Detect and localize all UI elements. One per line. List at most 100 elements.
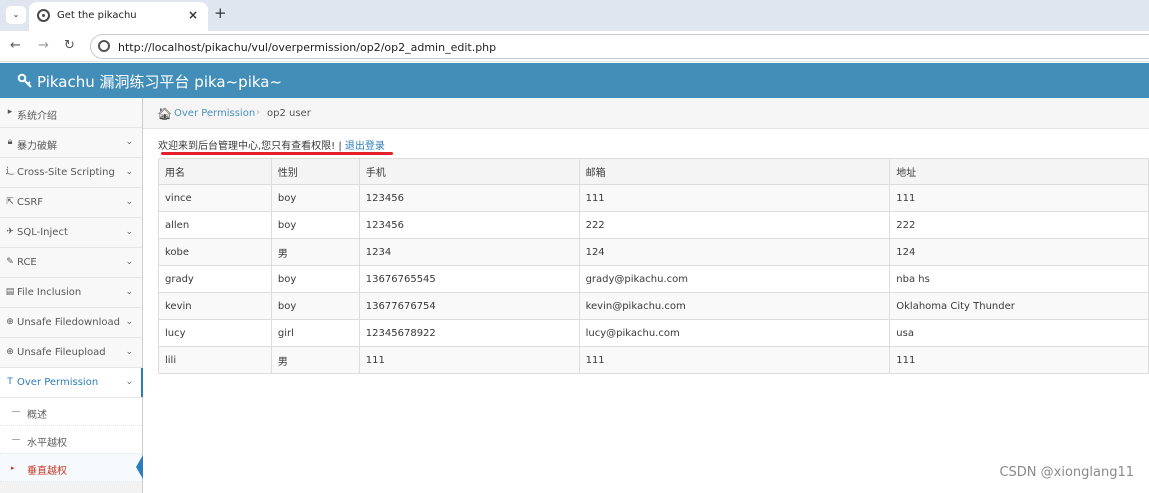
sidebar-item-unsafe-fileupload[interactable]: ⊕ Unsafe Fileupload ⌄ (0, 338, 142, 368)
sidebar-item-unsafe-filedownload[interactable]: ⊕ Unsafe Filedownload ⌄ (0, 308, 142, 338)
xss-icon: ⻌ (5, 167, 15, 177)
url-text[interactable]: http://localhost/pikachu/vul/overpermiss… (118, 41, 496, 54)
sidebar-item-label: SQL-Inject (17, 227, 68, 238)
sidebar-item-csrf[interactable]: ⇱ CSRF ⌄ (0, 188, 142, 218)
column-header: 邮箱 (578, 158, 891, 185)
sidebar-item-label: File Inclusion (17, 287, 82, 298)
chevron-down-icon[interactable]: ⌄ (125, 377, 133, 387)
table-cell: grady@pikachu.com (578, 265, 891, 293)
chevron-down-icon[interactable]: ⌄ (125, 167, 133, 177)
table-cell: lili (158, 346, 272, 374)
chevron-down-icon[interactable]: ⌄ (125, 137, 133, 147)
chevron-down-icon[interactable]: ⌄ (125, 347, 133, 357)
welcome-message: 欢迎来到后台管理中心,您只有查看权限! | 退出登录 (158, 137, 385, 152)
browser-toolbar: ← → ↻ http://localhost/pikachu/vul/overp… (0, 31, 1149, 62)
tab-title: Get the pikachu (57, 10, 137, 21)
sidebar-item-file-inclusion[interactable]: ▤ File Inclusion ⌄ (0, 278, 142, 308)
table-row: lucy girl 12345678922 lucy@pikachu.com usa (158, 319, 1149, 347)
sidebar-item-rce[interactable]: ✎ RCE ⌄ (0, 248, 142, 278)
reload-icon[interactable]: ↻ (64, 38, 75, 53)
key-icon (17, 73, 32, 88)
sidebar-item-over-permission[interactable]: T Over Permission ⌄ (0, 368, 143, 398)
address-bar[interactable]: http://localhost/pikachu/vul/overpermiss… (90, 34, 1149, 59)
table-cell: kobe (158, 238, 272, 266)
table-cell: lucy (158, 319, 272, 347)
chevron-down-icon[interactable]: ⌄ (125, 227, 133, 237)
submenu-item-0[interactable]: 概述 (0, 398, 142, 426)
tree-branch-icon (12, 439, 20, 440)
table-cell: 124 (889, 238, 1149, 266)
breadcrumb-current: op2 user (267, 108, 311, 119)
sidebar: ▸ 系统介绍 🔒︎ 暴力破解 ⌄ ⻌ Cross-Site Scripting ⌄ ⇱ CSRF ⌄… (0, 98, 143, 493)
table-cell: boy (270, 292, 360, 320)
table-cell: allen (158, 211, 272, 239)
submenu-item-1[interactable]: 水平越权 (0, 426, 142, 454)
table-cell: 12345678922 (358, 319, 580, 347)
sidebar-item-label: Unsafe Filedownload (17, 317, 120, 328)
pencil-icon: ✎ (6, 257, 14, 267)
csdn-watermark: CSDN @xionglang11 (999, 465, 1134, 480)
home-icon[interactable]: 🏠︎ (157, 107, 172, 121)
chevron-down-icon[interactable]: ⌄ (125, 317, 133, 327)
table-cell: boy (270, 265, 360, 293)
tab-search-button[interactable]: ⌄ (6, 6, 26, 24)
forward-icon[interactable]: → (38, 38, 49, 53)
table-cell: 124 (578, 238, 891, 266)
table-cell: nba hs (889, 265, 1149, 293)
table-cell: 男 (270, 346, 360, 374)
sidebar-item-cross-site-scripting[interactable]: ⻌ Cross-Site Scripting ⌄ (0, 158, 142, 188)
text-cursor-icon: T (7, 377, 13, 387)
table-cell: usa (889, 319, 1149, 347)
table-cell: 111 (578, 184, 891, 212)
sidebar-item-label: Over Permission (17, 377, 99, 388)
breadcrumb: 🏠︎ Over Permission › op2 user (143, 98, 1149, 129)
back-icon[interactable]: ← (10, 38, 21, 53)
table-cell: 男 (270, 238, 360, 266)
sidebar-item-1[interactable]: 🔒︎ 暴力破解 ⌄ (0, 128, 142, 158)
table-cell: 111 (889, 184, 1149, 212)
sidebar-item-label: 系统介绍 (17, 111, 57, 122)
table-cell: 123456 (358, 184, 580, 212)
table-cell: lucy@pikachu.com (578, 319, 891, 347)
sidebar-item-sql-inject[interactable]: ✈ SQL-Inject ⌄ (0, 218, 142, 248)
table-cell: 13676765545 (358, 265, 580, 293)
table-cell: 111 (578, 346, 891, 374)
browser-tab[interactable]: Get the pikachu × (29, 2, 208, 31)
table-header-row: 用名 性别 手机 邮箱 地址 (158, 158, 1149, 185)
table-body: vince boy 123456 111 111 allen boy 123456 222 222… (158, 184, 1149, 374)
table-cell: vince (158, 184, 272, 212)
active-indicator-icon (136, 455, 143, 479)
new-tab-button[interactable]: + (214, 4, 227, 22)
submenu-item-2[interactable]: ▸ 垂直越权 (0, 454, 143, 482)
column-header: 地址 (889, 158, 1149, 185)
table-cell: 111 (358, 346, 580, 374)
sidebar-item-label: CSRF (17, 197, 44, 208)
table-cell: grady (158, 265, 272, 293)
desktop-icon: ▸ (7, 107, 13, 117)
breadcrumb-separator: › (256, 107, 260, 118)
app-title[interactable]: Pikachu 漏洞练习平台 pika~pika~ (37, 71, 282, 92)
logout-link[interactable]: 退出登录 (345, 141, 385, 152)
chevron-down-icon[interactable]: ⌄ (125, 197, 133, 207)
table-cell: 123456 (358, 211, 580, 239)
download-icon: ⊕ (6, 317, 14, 327)
site-info-icon[interactable] (98, 40, 110, 52)
lock-icon: 🔒︎ (7, 137, 13, 147)
plane-icon: ✈ (6, 227, 14, 237)
chevron-down-icon[interactable]: ⌄ (125, 287, 133, 297)
table-cell: 13677676754 (358, 292, 580, 320)
table-row: grady boy 13676765545 grady@pikachu.com nba … (158, 265, 1149, 293)
table-row: vince boy 123456 111 111 (158, 184, 1149, 212)
column-header: 性别 (270, 158, 360, 185)
column-header: 手机 (358, 158, 580, 185)
breadcrumb-link[interactable]: Over Permission (174, 108, 255, 119)
welcome-text: 欢迎来到后台管理中心,您只有查看权限! | (158, 141, 345, 152)
table-cell: boy (270, 211, 360, 239)
tab-close-button[interactable]: × (188, 8, 198, 22)
table-row: kevin boy 13677676754 kevin@pikachu.com Okla… (158, 292, 1149, 320)
table-row: lili 男 111 111 111 (158, 346, 1149, 374)
table-row: kobe 男 1234 124 124 (158, 238, 1149, 266)
chevron-down-icon[interactable]: ⌄ (125, 257, 133, 267)
sidebar-item-0[interactable]: ▸ 系统介绍 (0, 98, 142, 128)
tree-branch-icon (12, 411, 20, 412)
